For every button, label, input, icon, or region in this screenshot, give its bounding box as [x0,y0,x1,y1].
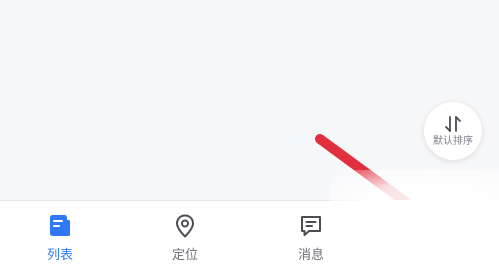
list-document-icon [47,213,73,243]
tab-locate-label: 定位 [171,248,198,263]
tab-list[interactable]: 列表 [30,213,90,263]
tab-list-label: 列表 [46,248,73,263]
tab-message-label: 消息 [297,248,324,263]
watermark-blur [330,170,499,266]
location-pin-icon [172,213,198,243]
message-bubble-icon [298,213,324,243]
tab-locate[interactable]: 定位 [155,213,215,263]
